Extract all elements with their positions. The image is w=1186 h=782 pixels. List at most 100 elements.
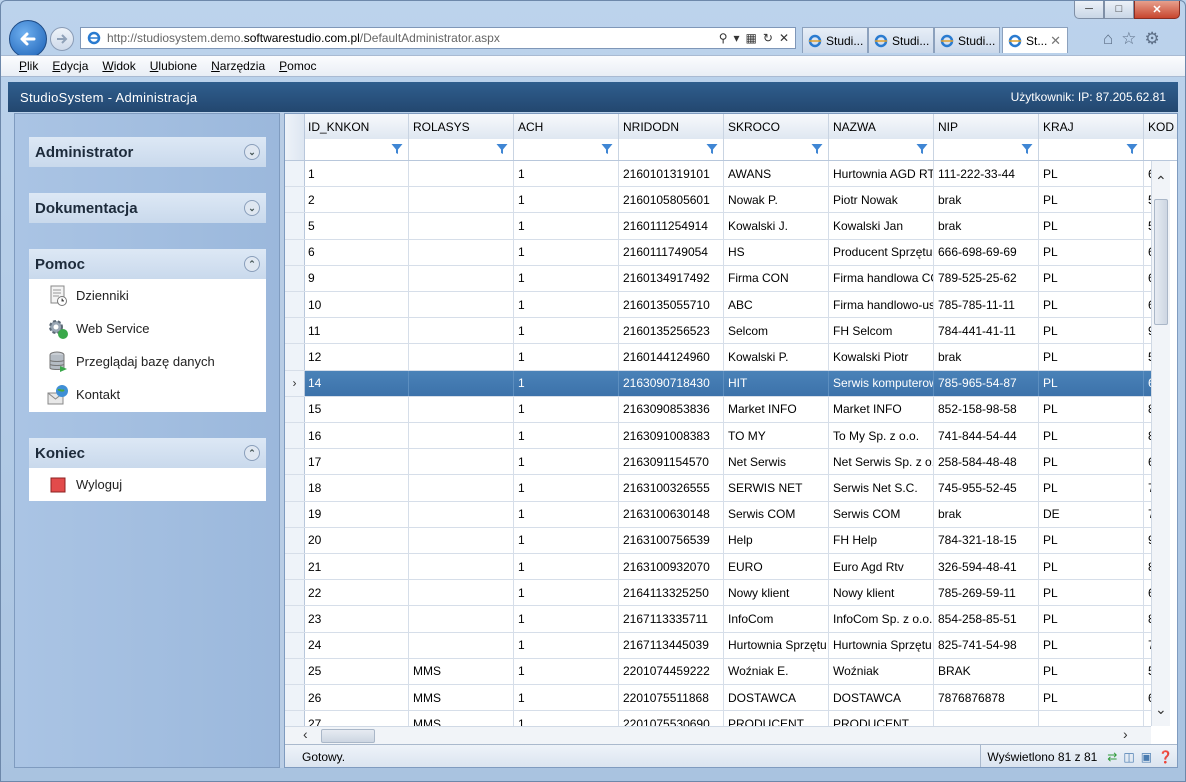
table-cell[interactable]: 6	[1144, 371, 1151, 396]
table-cell[interactable]: PL	[1039, 265, 1144, 291]
table-cell[interactable]: 24	[304, 632, 409, 658]
back-button[interactable]	[9, 20, 47, 58]
filter-cell[interactable]	[724, 139, 829, 160]
table-cell[interactable]: 1	[514, 318, 619, 344]
table-cell[interactable]: 5	[1144, 659, 1151, 684]
search-icon[interactable]: ⚲	[719, 31, 728, 45]
chevron-down-icon[interactable]: ⌄	[244, 200, 260, 216]
close-tab-icon[interactable]: ✕	[1050, 33, 1061, 49]
table-cell[interactable]: 2163100326555	[619, 475, 724, 501]
table-cell[interactable]: 1	[514, 423, 619, 449]
table-cell[interactable]: Hurtownia AGD RTV	[829, 161, 934, 187]
filter-icon[interactable]	[496, 143, 508, 155]
table-cell[interactable]: 18	[304, 475, 409, 501]
menu-edycja[interactable]: Edycja	[52, 59, 88, 73]
table-cell[interactable]: 1	[514, 370, 619, 396]
table-cell[interactable]	[409, 475, 514, 501]
table-row[interactable]: 27 MMS 1 2201075530690 PRODUCENT PRODUCENT	[285, 711, 1151, 726]
maximize-button[interactable]: □	[1104, 0, 1134, 19]
row-indicator[interactable]	[285, 265, 305, 291]
row-indicator[interactable]	[285, 632, 305, 658]
help-icon[interactable]: ❓	[1158, 750, 1173, 764]
filter-icon[interactable]	[1021, 143, 1033, 155]
table-cell[interactable]: 2201075511868	[619, 685, 724, 711]
row-indicator[interactable]	[285, 501, 305, 527]
table-cell[interactable]: 27	[304, 711, 409, 726]
table-cell[interactable]: 2160111254914	[619, 213, 724, 239]
table-cell[interactable]: PL	[1039, 161, 1144, 187]
row-indicator[interactable]	[285, 527, 305, 553]
row-indicator[interactable]	[285, 449, 305, 475]
table-cell[interactable]: 111-222-33-44	[934, 161, 1039, 187]
table-cell[interactable]: 2163090853836	[619, 396, 724, 422]
panel-administrator-header[interactable]: Administrator ⌄	[29, 137, 266, 167]
table-row[interactable]: 19 1 2163100630148 Serwis COM Serwis COM brak…	[285, 501, 1151, 528]
table-cell[interactable]: Firma handlowo-usł	[829, 292, 934, 318]
table-cell[interactable]: PL	[1039, 344, 1144, 370]
table-cell[interactable]: PL	[1039, 580, 1144, 606]
table-cell[interactable]: 8	[1144, 606, 1151, 631]
table-cell[interactable]: 5	[304, 213, 409, 239]
table-cell[interactable]	[409, 501, 514, 527]
table-cell[interactable]: PL	[1039, 606, 1144, 632]
table-cell[interactable]: 15	[304, 396, 409, 422]
table-cell[interactable]: Kowalski J.	[724, 213, 829, 239]
table-cell[interactable]: brak	[934, 213, 1039, 239]
column-header[interactable]: ROLASYS	[409, 114, 514, 139]
filter-cell[interactable]	[409, 139, 514, 160]
table-row[interactable]: 1 1 2160101319101 AWANS Hurtownia AGD RTV 111…	[285, 161, 1151, 188]
table-cell[interactable]: PL	[1039, 475, 1144, 501]
row-indicator[interactable]	[285, 396, 305, 422]
table-cell[interactable]: 5	[1144, 344, 1151, 369]
table-cell[interactable]: MMS	[409, 711, 514, 726]
table-cell[interactable]: SERWIS NET	[724, 475, 829, 501]
table-cell[interactable]: Net Serwis	[724, 449, 829, 475]
vertical-scroll-thumb[interactable]	[1154, 199, 1168, 325]
table-cell[interactable]: DE	[1039, 501, 1144, 527]
table-cell[interactable]: 6	[304, 239, 409, 265]
chevron-down-icon[interactable]: ⌄	[244, 144, 260, 160]
table-cell[interactable]: 20	[304, 527, 409, 553]
table-cell[interactable]: 6	[1144, 685, 1151, 710]
tab-active[interactable]: St... ✕	[1002, 27, 1068, 53]
table-cell[interactable]: Producent Sprzętu	[829, 239, 934, 265]
table-cell[interactable]: Kowalski P.	[724, 344, 829, 370]
table-cell[interactable]: 7	[1144, 502, 1151, 527]
table-cell[interactable]: PL	[1039, 685, 1144, 711]
table-cell[interactable]: 6	[1144, 266, 1151, 291]
table-row[interactable]: 22 1 2164113325250 Nowy klient Nowy klient 78…	[285, 580, 1151, 607]
table-row[interactable]: 20 1 2163100756539 Help FH Help 784-321-18-15…	[285, 527, 1151, 554]
table-cell[interactable]: PL	[1039, 292, 1144, 318]
row-indicator[interactable]	[285, 344, 305, 370]
address-bar[interactable]: http://studiosystem.demo.softwarestudio.…	[80, 27, 796, 49]
table-cell[interactable]: 17	[304, 449, 409, 475]
row-indicator[interactable]	[285, 685, 305, 711]
filter-cell[interactable]	[619, 139, 724, 160]
row-indicator[interactable]	[285, 475, 305, 501]
filter-icon[interactable]	[811, 143, 823, 155]
filter-cell[interactable]	[934, 139, 1039, 160]
row-indicator[interactable]	[285, 606, 305, 632]
table-cell[interactable]: FH Help	[829, 527, 934, 553]
table-cell[interactable]	[1039, 711, 1144, 726]
table-cell[interactable]: 785-269-59-11	[934, 580, 1039, 606]
table-cell[interactable]: 12	[304, 344, 409, 370]
table-row[interactable]: 26 MMS 1 2201075511868 DOSTAWCA DOSTAWCA 78768…	[285, 685, 1151, 712]
table-cell[interactable]: PL	[1039, 187, 1144, 213]
table-cell[interactable]	[1144, 711, 1151, 726]
table-cell[interactable]: 2	[304, 187, 409, 213]
table-cell[interactable]: 2201075530690	[619, 711, 724, 726]
table-cell[interactable]: 1	[514, 658, 619, 684]
table-cell[interactable]: 1	[514, 606, 619, 632]
table-cell[interactable]: 666-698-69-69	[934, 239, 1039, 265]
table-cell[interactable]: 785-785-11-11	[934, 292, 1039, 318]
tab-2[interactable]: Studi...	[868, 27, 934, 53]
table-cell[interactable]	[409, 292, 514, 318]
table-cell[interactable]: PL	[1039, 423, 1144, 449]
table-cell[interactable]: 825-741-54-98	[934, 632, 1039, 658]
table-cell[interactable]: Nowy klient	[724, 580, 829, 606]
table-cell[interactable]: Serwis Net S.C.	[829, 475, 934, 501]
table-cell[interactable]	[409, 554, 514, 580]
table-cell[interactable]: Market INFO	[724, 396, 829, 422]
table-cell[interactable]	[409, 606, 514, 632]
